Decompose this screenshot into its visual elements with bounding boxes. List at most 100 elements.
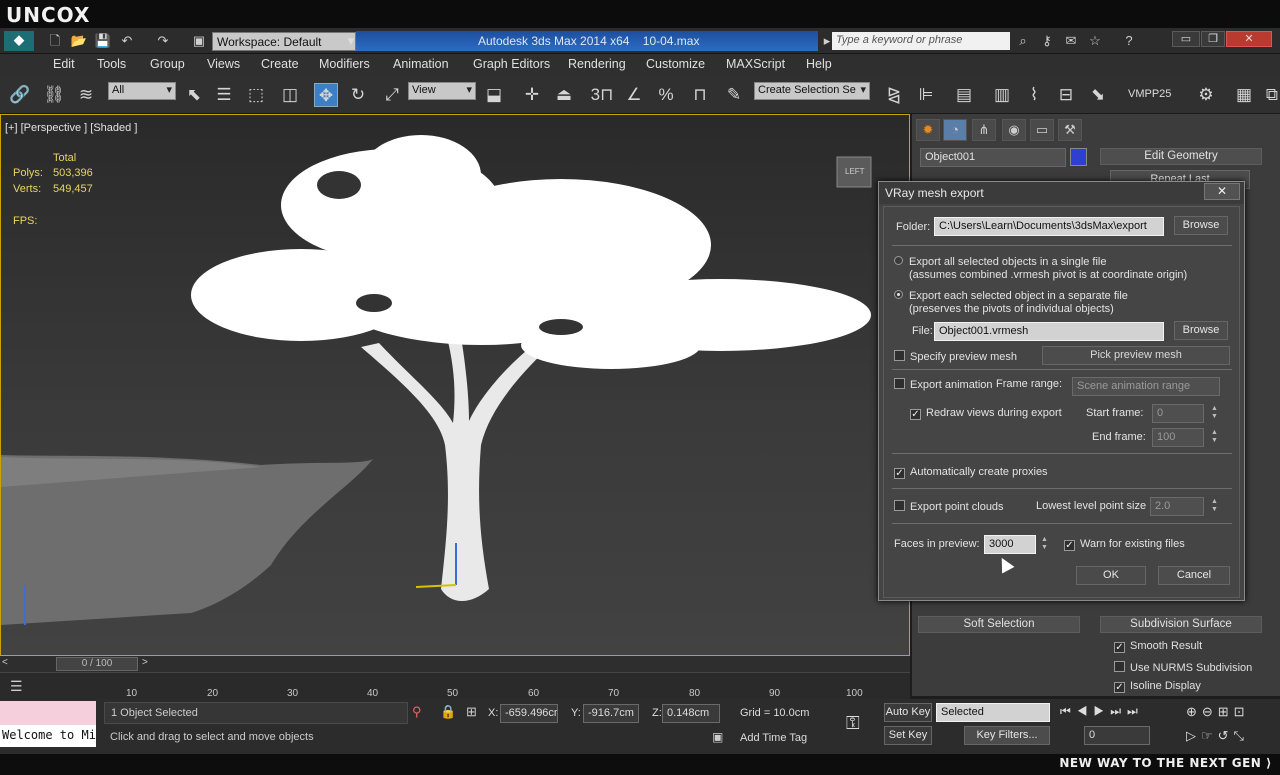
edit-named-selection-icon[interactable]: ✎ [722, 83, 746, 107]
soft-selection-rollout[interactable]: Soft Selection [918, 616, 1080, 633]
set-key-mode-key-icon[interactable]: ⚿ [846, 713, 860, 734]
isoline-display-check-icon[interactable]: ✓ [1114, 682, 1125, 693]
auto-proxies-check-icon[interactable]: ✓ [894, 468, 905, 479]
app-menu-icon[interactable]: ◆ [4, 31, 34, 51]
export-point-clouds-checkbox[interactable]: Export point clouds [894, 500, 1004, 513]
slider-prev-icon[interactable]: < [2, 657, 14, 671]
track-bar[interactable]: ☰ 10 20 30 40 50 60 70 80 90 100 [0, 672, 910, 699]
isolate-selection-icon[interactable]: ⚲ [412, 704, 422, 720]
cancel-button[interactable]: Cancel [1158, 566, 1230, 585]
search-input[interactable]: Type a keyword or phrase [832, 32, 1010, 50]
communication-icon[interactable]: ✉ [1062, 32, 1080, 50]
open-file-icon[interactable]: 📂 [70, 32, 88, 50]
schematic-view-icon[interactable]: ⊟ [1054, 83, 1078, 107]
close-button[interactable]: ✕ [1226, 31, 1272, 47]
render-setup-icon[interactable]: ⚙ [1194, 83, 1218, 107]
utilities-tab-icon[interactable]: ⚒ [1058, 119, 1082, 141]
key-icon[interactable]: ⚷ [1038, 32, 1056, 50]
start-frame-input[interactable]: 0 [1152, 404, 1204, 423]
display-tab-icon[interactable]: ▭ [1030, 119, 1054, 141]
modify-tab-icon[interactable]: ◔ [943, 119, 967, 141]
key-filters-button[interactable]: Key Filters... [964, 726, 1050, 745]
export-animation-check-icon[interactable] [894, 378, 905, 389]
specify-preview-checkbox[interactable]: Specify preview mesh [894, 350, 1017, 363]
vmpp-label[interactable]: VMPP25 [1128, 88, 1171, 100]
perspective-viewport[interactable]: [+] [Perspective ] [Shaded ] Total Polys… [0, 114, 910, 656]
warn-existing-checkbox[interactable]: ✓ Warn for existing files [1064, 538, 1185, 551]
file-input[interactable]: Object001.vrmesh [934, 322, 1164, 341]
menu-modifiers[interactable]: Modifiers [319, 57, 370, 71]
redraw-views-checkbox[interactable]: ✓ Redraw views during export [910, 407, 1062, 420]
binoculars-icon[interactable]: ⌕ [1014, 32, 1032, 50]
frame-counter[interactable]: 0 / 100 [56, 657, 138, 671]
object-name-field[interactable]: Object001 [920, 148, 1066, 167]
percent-snap-icon[interactable]: % [654, 83, 678, 107]
redo-icon[interactable]: ↷ [154, 32, 172, 50]
workspace-dropdown[interactable]: Workspace: Default [212, 32, 356, 51]
graphite-ribbon-icon[interactable]: ▥ [990, 83, 1014, 107]
selection-lock-icon[interactable]: 🔒 [440, 704, 456, 720]
select-object-icon[interactable]: ⬉ [182, 83, 206, 107]
maxscript-listener[interactable] [0, 701, 96, 725]
menu-customize[interactable]: Customize [646, 57, 705, 71]
select-by-name-icon[interactable]: ☰ [212, 83, 236, 107]
unlink-icon[interactable]: ⛓ [42, 83, 66, 107]
curve-editor-icon[interactable]: ⌇ [1022, 83, 1046, 107]
link-icon[interactable]: 🔗 [8, 83, 32, 107]
z-coordinate-input[interactable]: 0.148cm [662, 704, 720, 723]
smooth-result-checkbox[interactable]: ✓ Smooth Result [1114, 640, 1202, 653]
add-time-tag-button[interactable]: Add Time Tag [740, 732, 807, 744]
folder-input[interactable]: C:\Users\Learn\Documents\3dsMax\export [934, 217, 1164, 236]
rendered-frame-window-icon[interactable]: ▦ [1232, 83, 1256, 107]
selection-region-icon[interactable]: ⬚ [244, 83, 268, 107]
material-editor-icon[interactable]: ⬊ [1086, 83, 1110, 107]
menu-help[interactable]: Help [806, 57, 832, 71]
render-production-icon[interactable]: ⧉ [1260, 83, 1280, 107]
select-and-rotate-icon[interactable]: ↻ [346, 83, 370, 107]
viewport-nav-controls-2[interactable]: ▷☞↺⤡ [1186, 728, 1249, 744]
radio-separate-files[interactable]: Export each selected object in a separat… [894, 290, 1128, 302]
named-selection-dropdown[interactable]: Create Selection Se [754, 82, 870, 100]
menu-animation[interactable]: Animation [393, 57, 449, 71]
export-point-clouds-check-icon[interactable] [894, 500, 905, 511]
end-frame-spinner[interactable]: ▲ ▼ [1210, 429, 1219, 446]
create-tab-icon[interactable]: ✹ [916, 119, 940, 141]
pick-preview-mesh-button[interactable]: Pick preview mesh [1042, 346, 1230, 365]
warn-existing-check-icon[interactable]: ✓ [1064, 540, 1075, 551]
use-nurms-check-icon[interactable] [1114, 661, 1125, 672]
faces-in-preview-spinner[interactable]: ▲ ▼ [1040, 536, 1049, 553]
spinner-snap-icon[interactable]: ⊓ [688, 83, 712, 107]
specify-preview-check-icon[interactable] [894, 350, 905, 361]
undo-icon[interactable]: ↶ [118, 32, 136, 50]
ok-button[interactable]: OK [1076, 566, 1146, 585]
file-browse-button[interactable]: Browse [1174, 321, 1228, 340]
hierarchy-tab-icon[interactable]: ⋔ [972, 119, 996, 141]
mirror-icon[interactable]: ⧎ [882, 83, 906, 107]
save-icon[interactable]: 💾 [94, 32, 112, 50]
menu-graph-editors[interactable]: Graph Editors [473, 57, 550, 71]
time-slider[interactable]: < 0 / 100 > [0, 656, 910, 672]
project-folder-icon[interactable]: ▣ [190, 32, 208, 50]
subdivision-surface-rollout[interactable]: Subdivision Surface [1100, 616, 1262, 633]
playback-controls[interactable]: ⏮◀▶⏭⏭ [1060, 704, 1144, 719]
radio-single-icon[interactable] [894, 256, 903, 265]
select-and-scale-icon[interactable]: ⤢ [380, 83, 404, 107]
edit-geometry-rollout[interactable]: Edit Geometry [1100, 148, 1262, 165]
keyboard-shortcut-override-icon[interactable]: ⏏ [552, 83, 576, 107]
time-tag-icon[interactable]: ▣ [712, 730, 723, 744]
lowest-level-spinner[interactable]: ▲ ▼ [1210, 498, 1219, 515]
menu-group[interactable]: Group [150, 57, 185, 71]
menu-edit[interactable]: Edit [53, 57, 75, 71]
dialog-close-button[interactable]: ✕ [1204, 183, 1240, 200]
snaps-toggle-icon[interactable]: 3⊓ [590, 83, 614, 107]
key-mode-dropdown[interactable]: Selected [936, 703, 1050, 722]
bind-space-warp-icon[interactable]: ≋ [74, 83, 98, 107]
object-color-swatch[interactable] [1070, 148, 1087, 166]
auto-key-button[interactable]: Auto Key [884, 703, 932, 722]
help-icon[interactable]: ? [1120, 32, 1138, 50]
start-frame-spinner[interactable]: ▲ ▼ [1210, 405, 1219, 422]
maxscript-input[interactable]: Welcome to Mi [0, 725, 96, 747]
radio-single-file[interactable]: Export all selected objects in a single … [894, 256, 1107, 268]
slider-next-icon[interactable]: > [142, 657, 154, 671]
reference-coordinate-dropdown[interactable]: View [408, 82, 476, 100]
